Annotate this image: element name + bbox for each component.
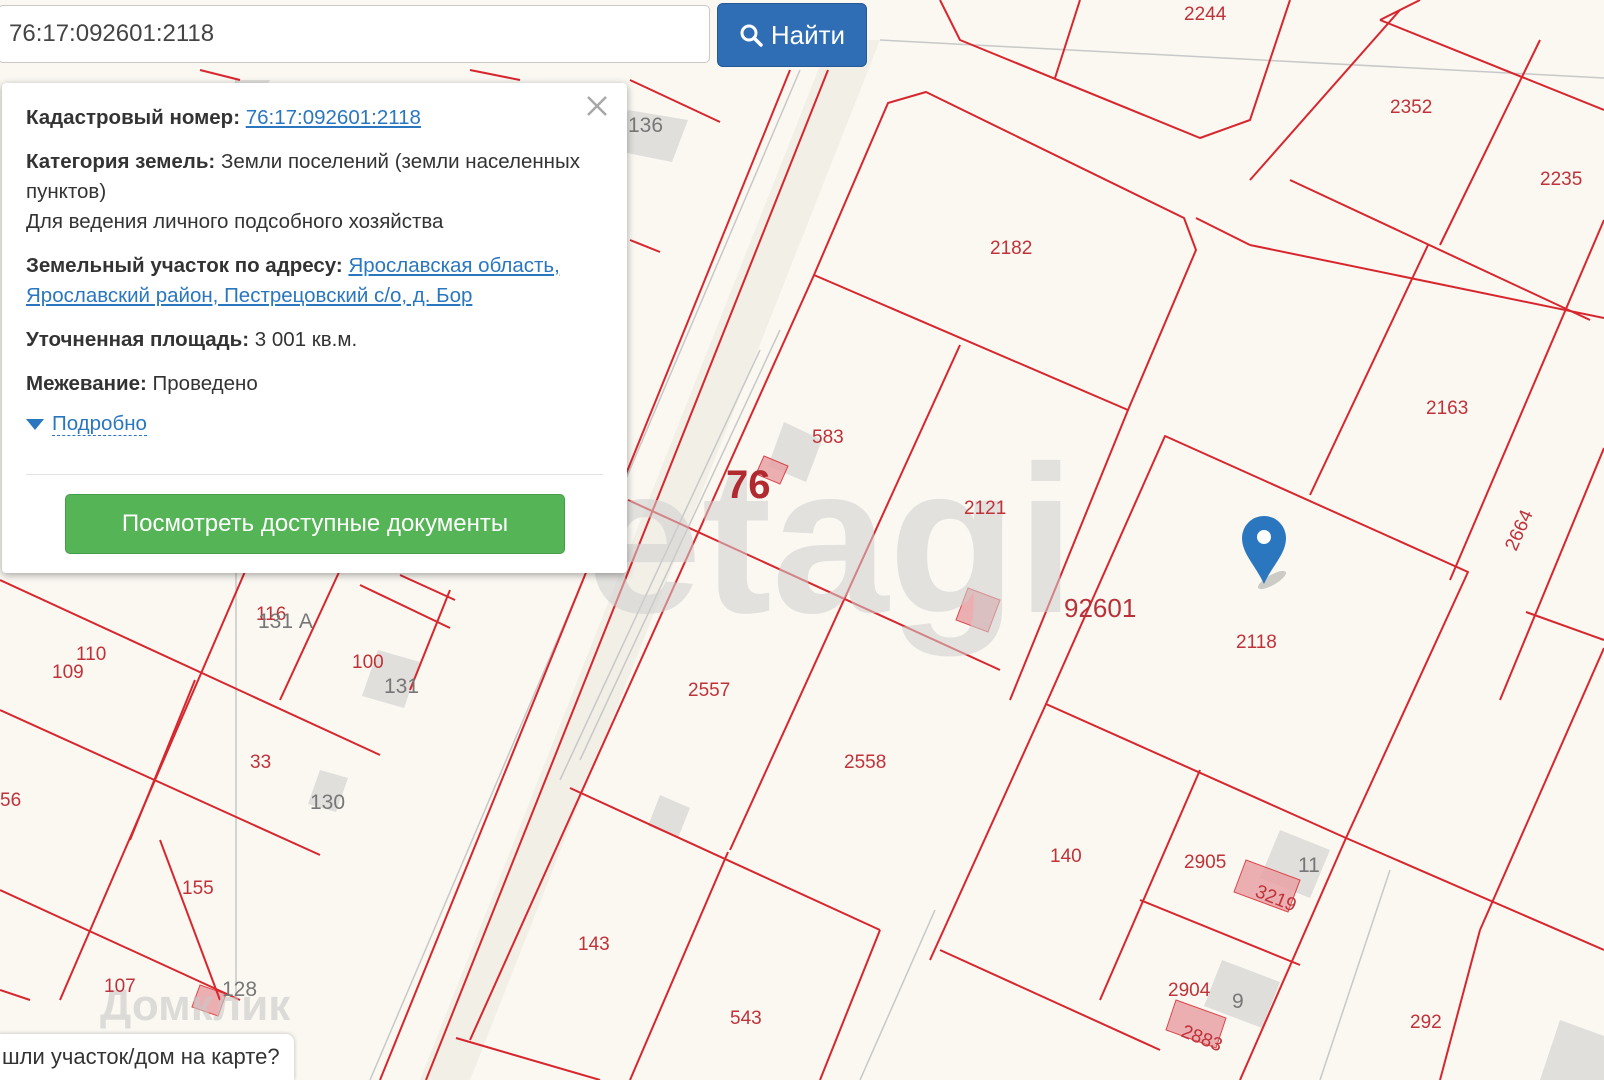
plot-label: 2121 [964,498,1006,519]
plot-label: 543 [730,1008,762,1029]
search-icon [740,24,763,47]
plot-label: 2558 [844,752,886,773]
survey-label: Межевание: [26,372,147,395]
plot-label: 56 [0,790,21,811]
building-label: 131 А [258,610,313,633]
land-use-value: Для ведения личного подсобного хозяйства [26,210,444,233]
plot-label: 2557 [688,680,730,701]
plot-label: 143 [578,934,610,955]
found-plot-prompt-text: шли участок/дом на карте? [2,1044,280,1069]
cadastral-search-input[interactable] [0,5,710,63]
plot-label: 33 [250,752,271,773]
cadastral-number-link[interactable]: 76:17:092601:2118 [246,106,421,129]
plot-label: 100 [352,652,384,673]
view-documents-button[interactable]: Посмотреть доступные документы [65,494,565,554]
plot-label: 2904 [1168,980,1211,1001]
plot-label: 2182 [990,238,1032,259]
plot-label: 583 [812,427,844,448]
plot-label: 107 [104,976,136,997]
area-label: Уточненная площадь: [26,328,250,351]
address-label: Земельный участок по адресу: [26,254,343,277]
survey-row: Межевание: Проведено [26,369,603,399]
found-plot-prompt[interactable]: шли участок/дом на карте? [0,1034,294,1080]
cadastral-number-label: Кадастровый номер: [26,106,241,129]
plot-label: 140 [1050,846,1082,867]
land-category-row: Категория земель: Земли поселений (земли… [26,147,603,237]
plot-info-popup: Кадастровый номер: 76:17:092601:2118 Кат… [2,83,627,573]
building-label: 9 [1232,990,1244,1013]
address-row: Земельный участок по адресу: Ярославская… [26,251,603,311]
details-link[interactable]: Подробно [52,413,147,436]
plot-label: 109 [52,662,84,683]
plot-label: 292 [1410,1012,1442,1033]
area-row: Уточненная площадь: 3 001 кв.м. [26,325,603,355]
quarter-label: 92601 [1064,593,1136,623]
search-button-label: Найти [770,19,846,50]
plot-label: 2352 [1390,97,1432,118]
building-label: 130 [310,791,345,814]
cadastral-number-row: Кадастровый номер: 76:17:092601:2118 [26,103,603,133]
area-value: 3 001 кв.м. [254,328,358,351]
plot-label: 2118 [1236,632,1277,653]
divider [26,474,603,475]
region-label: 76 [726,463,771,507]
plot-label: 155 [182,878,214,899]
etagi-watermark: etagi [585,422,1075,657]
plot-label: 2235 [1540,169,1582,190]
search-button[interactable]: Найти [717,3,867,67]
building-label: 11 [1298,854,1320,877]
plot-label: 2244 [1184,4,1227,25]
plot-label: 2905 [1184,852,1226,873]
land-category-label: Категория земель: [26,150,216,173]
details-toggle[interactable]: Подробно [26,413,603,436]
building-label: 128 [222,978,257,1001]
survey-value: Проведено [152,372,258,395]
building-label: 131 [384,675,419,698]
building-label: 136 [628,114,663,137]
close-icon[interactable] [582,91,612,121]
plot-label: 2163 [1426,398,1468,419]
triangle-down-icon [26,418,44,430]
